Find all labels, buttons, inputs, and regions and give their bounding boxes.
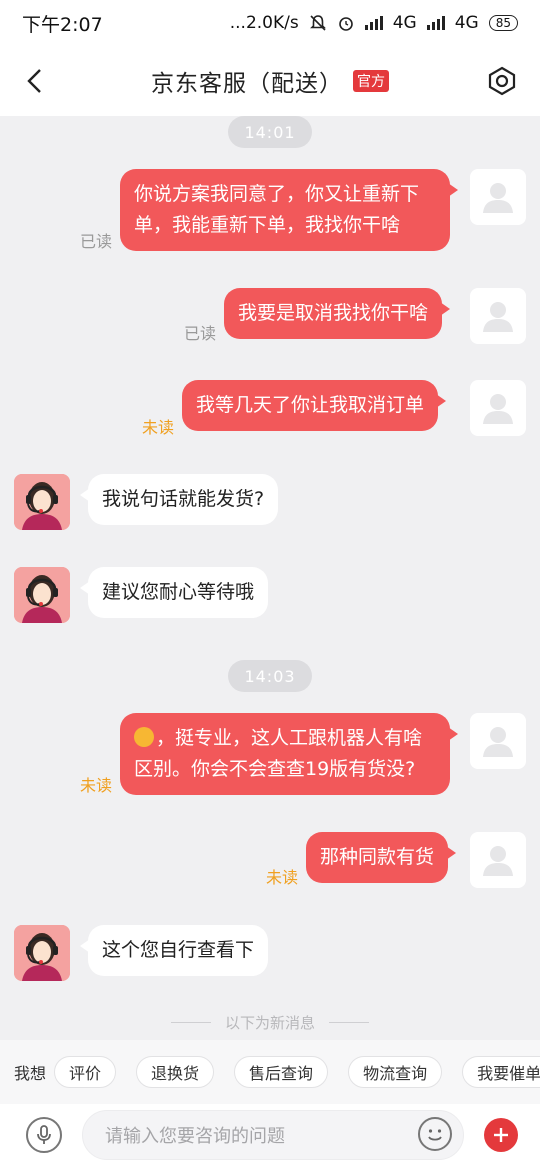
message-bubble-out[interactable]: 我等几天了你让我取消订单 [182, 380, 447, 431]
agent-headset-avatar-icon [14, 567, 70, 623]
user-avatar-icon [483, 302, 513, 332]
quick-reply-label: 我想 [14, 1064, 47, 1083]
timestamp: 14:03 [228, 660, 312, 692]
message-input[interactable]: 请输入您要咨询的问题 [82, 1110, 464, 1160]
signal-icon [364, 16, 383, 30]
quick-reply-review[interactable]: 评价 [54, 1056, 117, 1088]
message-bubble-in[interactable]: 这个您自行查看下 [79, 925, 269, 976]
more-button[interactable] [484, 1118, 518, 1152]
divider-line [329, 1022, 369, 1023]
agent-avatar[interactable] [14, 474, 70, 530]
official-badge: 官方 [353, 70, 389, 92]
agent-avatar[interactable] [14, 567, 70, 623]
message-bubble-in[interactable]: 我说句话就能发货? [79, 474, 279, 525]
user-avatar-icon [483, 846, 513, 876]
read-status: 未读 [142, 418, 175, 437]
chat-messages[interactable]: 14:01 已读 你说方案我同意了，你又让重新下单，我能重新下单，我找你干啥 已… [0, 116, 540, 1040]
message-text: 你说方案我同意了，你又让重新下单，我能重新下单，我找你干啥 [134, 183, 420, 236]
user-avatar[interactable] [470, 380, 526, 436]
read-status: 未读 [266, 868, 299, 887]
message-bubble-out[interactable]: 那种同款有货 [306, 832, 457, 883]
message-bubble-out[interactable]: ，挺专业，这人工跟机器人有啥区别。你会不会查查19版有货没? [120, 713, 458, 795]
agent-avatar[interactable] [14, 925, 70, 981]
message-text: 我等几天了你让我取消订单 [196, 394, 425, 416]
ok-hand-emoji-icon [134, 727, 154, 747]
voice-button[interactable] [26, 1117, 62, 1153]
message-text: ，挺专业，这人工跟机器人有啥区别。你会不会查查19版有货没? [134, 727, 423, 780]
read-status: 已读 [184, 324, 217, 343]
status-bar: 下午2:07 ...2.0K/s 4G 4G 85 [0, 0, 540, 46]
message-text: 建议您耐心等待哦 [102, 581, 255, 603]
hexagon-settings-icon [488, 66, 516, 96]
signal-icon-2 [426, 16, 445, 30]
timestamp: 14:01 [228, 116, 312, 148]
alarm-icon [338, 17, 353, 31]
page-title: 京东客服（配送） [151, 71, 343, 97]
message-text: 我说句话就能发货? [102, 488, 265, 510]
input-placeholder: 请输入您要咨询的问题 [105, 1126, 285, 1147]
message-text: 那种同款有货 [320, 846, 435, 868]
user-avatar[interactable] [470, 832, 526, 888]
chat-header: 京东客服（配送） 官方 [0, 46, 540, 116]
quick-reply-bar: 我想 评价 退换货 售后查询 物流查询 我要催单 [0, 1040, 540, 1104]
quick-reply-return-exchange[interactable]: 退换货 [136, 1056, 215, 1088]
message-bubble-in[interactable]: 建议您耐心等待哦 [79, 567, 269, 618]
user-avatar[interactable] [470, 169, 526, 225]
agent-headset-avatar-icon [14, 474, 70, 530]
chevron-left-icon [27, 69, 41, 93]
status-icons: ...2.0K/s 4G 4G 85 [230, 13, 518, 33]
quick-reply-urge-order[interactable]: 我要催单 [462, 1056, 540, 1088]
user-avatar-icon [483, 727, 513, 757]
new-messages-divider: 以下为新消息 [0, 1012, 540, 1033]
microphone-icon [37, 1125, 51, 1144]
settings-button[interactable] [482, 61, 522, 101]
message-bubble-out[interactable]: 你说方案我同意了，你又让重新下单，我能重新下单，我找你干啥 [120, 169, 458, 251]
message-text: 我要是取消我找你干啥 [238, 302, 429, 324]
user-avatar-icon [483, 394, 513, 424]
agent-headset-avatar-icon [14, 925, 70, 981]
emoji-button[interactable] [418, 1117, 452, 1151]
bell-muted-icon [309, 15, 326, 31]
divider-line [170, 1022, 211, 1023]
quick-reply-after-sales[interactable]: 售后查询 [234, 1056, 329, 1088]
message-text: 这个您自行查看下 [102, 939, 255, 961]
network-type-2: 4G [454, 13, 479, 33]
quick-reply-logistics[interactable]: 物流查询 [348, 1056, 443, 1088]
input-bar: 请输入您要咨询的问题 [0, 1104, 540, 1170]
status-time: 下午2:07 [22, 13, 103, 36]
read-status: 未读 [80, 776, 113, 795]
network-type-1: 4G [392, 13, 417, 33]
smiley-icon [428, 1129, 442, 1141]
title-wrap: 京东客服（配送） 官方 [151, 64, 389, 98]
divider-label: 以下为新消息 [224, 1014, 315, 1032]
back-button[interactable] [14, 60, 56, 102]
user-avatar-icon [483, 183, 513, 213]
plus-icon [494, 1128, 508, 1142]
message-bubble-out[interactable]: 我要是取消我找你干啥 [224, 288, 451, 339]
battery-indicator: 85 [488, 15, 518, 31]
user-avatar[interactable] [470, 713, 526, 769]
read-status: 已读 [80, 232, 113, 251]
network-speed: ...2.0K/s [229, 13, 299, 33]
user-avatar[interactable] [470, 288, 526, 344]
